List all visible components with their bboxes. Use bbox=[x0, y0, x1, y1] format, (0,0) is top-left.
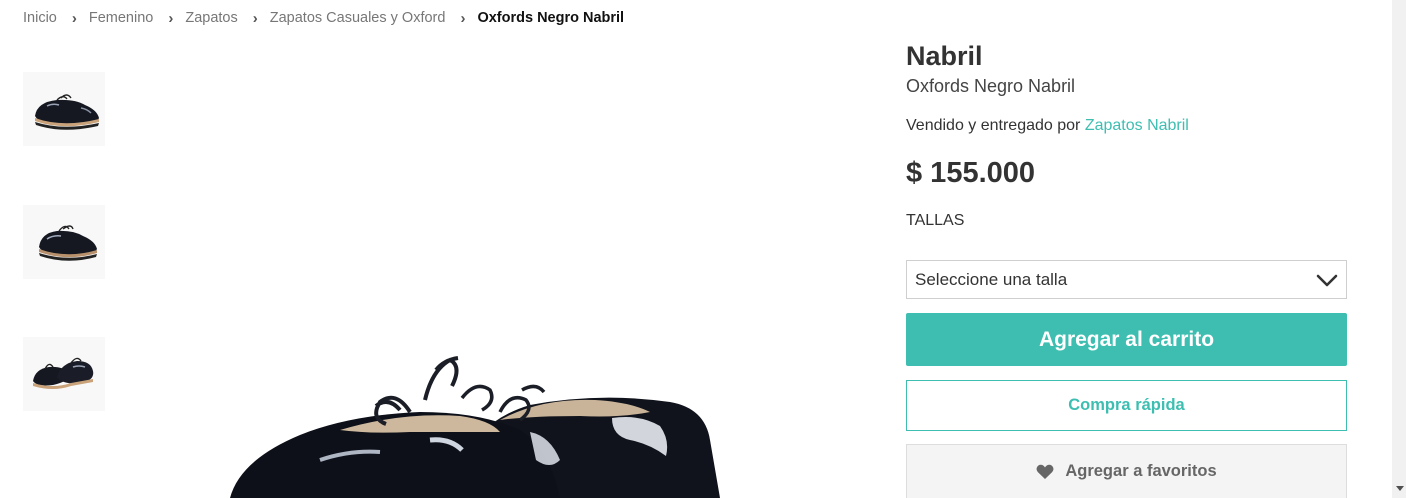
seller-prefix: Vendido y entregado por bbox=[906, 117, 1081, 134]
oxford-shoes-image bbox=[200, 40, 840, 498]
breadcrumb: Inicio › Femenino › Zapatos › Zapatos Ca… bbox=[23, 8, 624, 28]
heart-icon bbox=[1036, 464, 1054, 479]
breadcrumb-separator: › bbox=[168, 9, 174, 27]
breadcrumb-inicio[interactable]: Inicio bbox=[23, 10, 57, 26]
product-brand: Nabril bbox=[906, 41, 983, 71]
sizes-label: TALLAS bbox=[906, 212, 965, 229]
breadcrumb-separator: › bbox=[460, 9, 466, 27]
breadcrumb-zapatos[interactable]: Zapatos bbox=[185, 10, 237, 26]
thumbnail-1[interactable] bbox=[23, 72, 105, 146]
product-name: Oxfords Negro Nabril bbox=[906, 76, 1076, 96]
seller-link[interactable]: Zapatos Nabril bbox=[1085, 117, 1189, 134]
size-select[interactable]: Seleccione una talla bbox=[906, 260, 1347, 299]
shoe-thumbnail-image bbox=[23, 205, 105, 279]
add-to-cart-button[interactable]: Agregar al carrito bbox=[906, 313, 1347, 366]
quick-buy-button[interactable]: Compra rápida bbox=[906, 380, 1347, 431]
add-to-favorites-button[interactable]: Agregar a favoritos bbox=[906, 444, 1347, 498]
shoe-thumbnail-image bbox=[23, 72, 105, 146]
breadcrumb-zapatos-casuales[interactable]: Zapatos Casuales y Oxford bbox=[270, 10, 446, 26]
thumbnail-2[interactable] bbox=[23, 205, 105, 279]
size-select-value: Seleccione una talla bbox=[915, 269, 1068, 289]
breadcrumb-femenino[interactable]: Femenino bbox=[89, 10, 153, 26]
scroll-down-arrow-icon[interactable] bbox=[1396, 486, 1404, 491]
main-product-image[interactable] bbox=[200, 40, 840, 498]
product-price: $ 155.000 bbox=[906, 157, 1036, 189]
thumbnail-3[interactable] bbox=[23, 337, 105, 411]
breadcrumb-current: Oxfords Negro Nabril bbox=[477, 10, 625, 26]
page-scrollbar[interactable] bbox=[1392, 0, 1406, 498]
chevron-down-icon bbox=[1316, 274, 1338, 287]
shoe-thumbnail-image bbox=[23, 337, 105, 411]
breadcrumb-separator: › bbox=[71, 9, 77, 27]
seller-info: Vendido y entregado por Zapatos Nabril bbox=[906, 117, 1189, 135]
breadcrumb-separator: › bbox=[252, 9, 258, 27]
add-to-favorites-label: Agregar a favoritos bbox=[1065, 462, 1217, 480]
